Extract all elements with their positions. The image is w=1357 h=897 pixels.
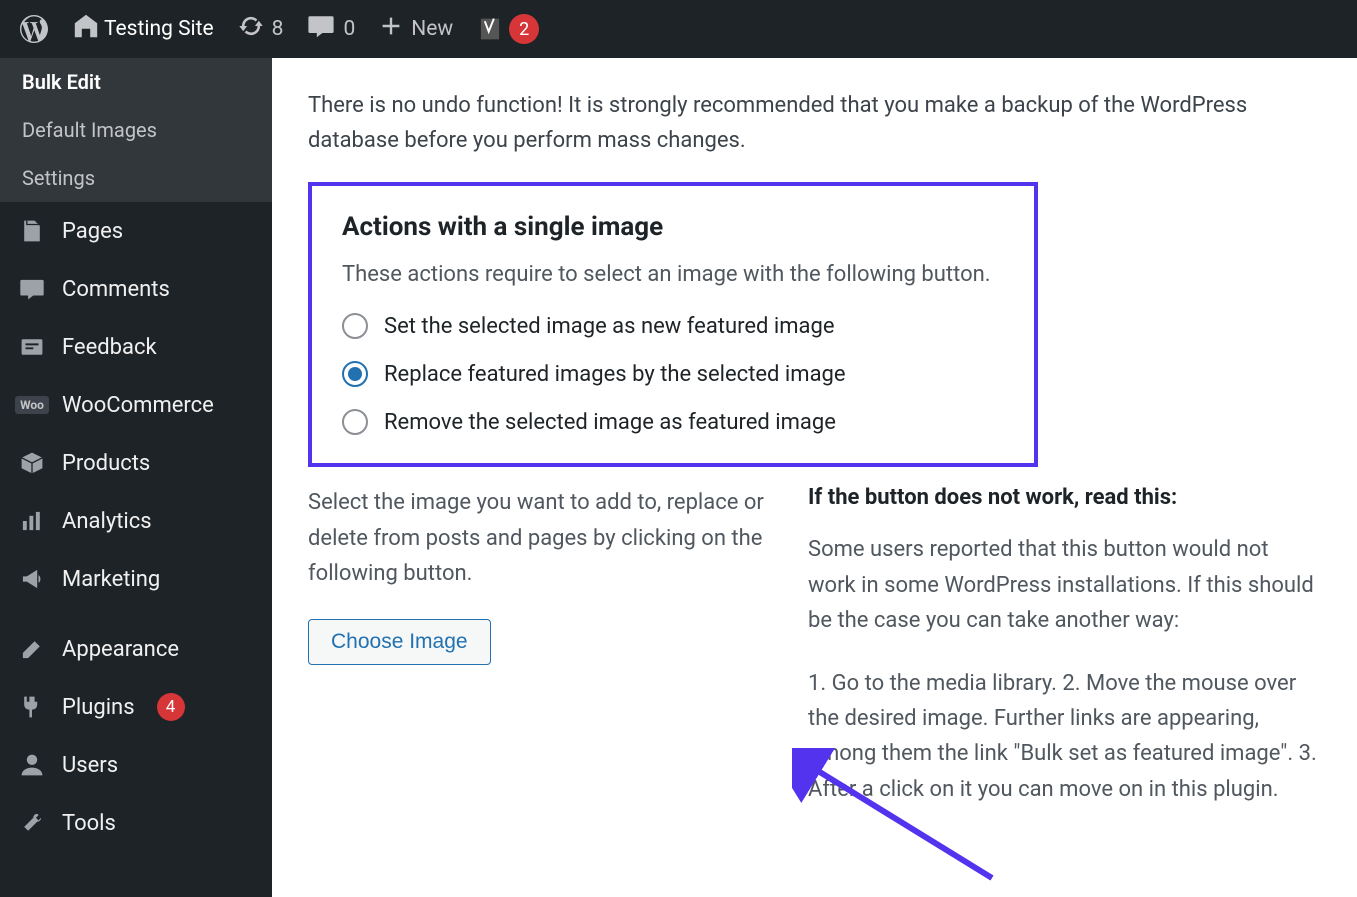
submenu-bulk-edit[interactable]: Bulk Edit — [0, 58, 272, 106]
radio-set-featured[interactable]: Set the selected image as new featured i… — [342, 313, 1004, 339]
sidebar-label: Feedback — [62, 335, 157, 360]
right-column: If the button does not work, read this: … — [808, 485, 1321, 834]
admin-sidebar: Bulk Edit Default Images Settings Pages … — [0, 58, 272, 897]
plugins-icon — [18, 693, 46, 721]
actions-highlight-box: Actions with a single image These action… — [308, 182, 1038, 467]
yoast-badge: 2 — [509, 14, 539, 44]
radio-label: Set the selected image as new featured i… — [384, 314, 835, 339]
sidebar-item-users[interactable]: Users — [0, 736, 272, 794]
plugins-badge: 4 — [157, 693, 185, 721]
refresh-icon — [238, 13, 264, 45]
submenu-settings[interactable]: Settings — [0, 154, 272, 202]
wp-logo-icon[interactable] — [8, 0, 60, 58]
home-icon — [72, 12, 100, 46]
fallback-p1: Some users reported that this button wou… — [808, 532, 1321, 638]
two-column-section: Select the image you want to add to, rep… — [308, 485, 1321, 834]
sidebar-label: Analytics — [62, 509, 152, 534]
appearance-icon — [18, 635, 46, 663]
new-content-link[interactable]: New — [367, 0, 465, 58]
left-column: Select the image you want to add to, rep… — [308, 485, 768, 834]
main-content: There is no undo function! It is strongl… — [272, 58, 1357, 897]
radio-icon — [342, 313, 368, 339]
sidebar-label: Appearance — [62, 637, 179, 662]
sidebar-item-woocommerce[interactable]: Woo WooCommerce — [0, 376, 272, 434]
select-image-text: Select the image you want to add to, rep… — [308, 485, 768, 591]
sidebar-label: WooCommerce — [62, 393, 214, 418]
plus-icon — [379, 14, 403, 44]
sidebar-label: Tools — [62, 811, 116, 836]
site-name: Testing Site — [100, 17, 214, 41]
sidebar-item-products[interactable]: Products — [0, 434, 272, 492]
radio-icon — [342, 409, 368, 435]
yoast-icon — [477, 16, 503, 42]
pages-icon — [18, 217, 46, 245]
sidebar-item-tools[interactable]: Tools — [0, 794, 272, 852]
choose-image-button[interactable]: Choose Image — [308, 619, 491, 665]
warning-text: There is no undo function! It is strongl… — [308, 58, 1321, 182]
updates-count: 8 — [272, 17, 284, 41]
admin-toolbar: Testing Site 8 0 New 2 — [0, 0, 1357, 58]
comments-link[interactable]: 0 — [295, 0, 367, 58]
radio-remove-featured[interactable]: Remove the selected image as featured im… — [342, 409, 1004, 435]
box-description: These actions require to select an image… — [342, 262, 1004, 287]
sidebar-label: Products — [62, 451, 150, 476]
sidebar-label: Marketing — [62, 567, 160, 592]
sidebar-item-marketing[interactable]: Marketing — [0, 550, 272, 608]
sidebar-item-plugins[interactable]: Plugins 4 — [0, 678, 272, 736]
sidebar-label: Pages — [62, 219, 123, 244]
marketing-icon — [18, 565, 46, 593]
sidebar-item-pages[interactable]: Pages — [0, 202, 272, 260]
radio-label: Replace featured images by the selected … — [384, 362, 846, 387]
new-label: New — [411, 17, 453, 41]
fallback-heading: If the button does not work, read this: — [808, 485, 1321, 510]
updates-link[interactable]: 8 — [226, 0, 296, 58]
yoast-link[interactable]: 2 — [465, 0, 551, 58]
submenu-default-images[interactable]: Default Images — [0, 106, 272, 154]
radio-label: Remove the selected image as featured im… — [384, 410, 836, 435]
sidebar-label: Comments — [62, 277, 170, 302]
comments-count: 0 — [343, 17, 355, 41]
radio-icon — [342, 361, 368, 387]
woocommerce-icon: Woo — [18, 391, 46, 419]
tools-icon — [18, 809, 46, 837]
fallback-p2: 1. Go to the media library. 2. Move the … — [808, 666, 1321, 807]
site-home-link[interactable]: Testing Site — [60, 0, 226, 58]
analytics-icon — [18, 507, 46, 535]
sidebar-label: Plugins — [62, 695, 135, 720]
feedback-icon — [18, 333, 46, 361]
radio-replace-featured[interactable]: Replace featured images by the selected … — [342, 361, 1004, 387]
submenu: Bulk Edit Default Images Settings — [0, 58, 272, 202]
sidebar-item-analytics[interactable]: Analytics — [0, 492, 272, 550]
comment-icon — [307, 12, 335, 46]
sidebar-label: Users — [62, 753, 118, 778]
users-icon — [18, 751, 46, 779]
box-title: Actions with a single image — [342, 212, 1004, 242]
products-icon — [18, 449, 46, 477]
comments-icon — [18, 275, 46, 303]
sidebar-item-comments[interactable]: Comments — [0, 260, 272, 318]
sidebar-item-feedback[interactable]: Feedback — [0, 318, 272, 376]
sidebar-item-appearance[interactable]: Appearance — [0, 620, 272, 678]
